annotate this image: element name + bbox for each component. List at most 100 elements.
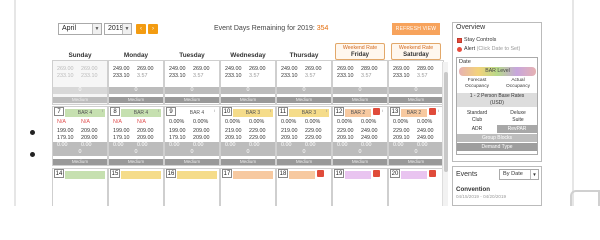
- day-number: 12: [334, 107, 344, 116]
- chevron-left-icon: ‹: [140, 26, 142, 32]
- info-icon: i: [102, 108, 103, 113]
- stay-control-icon[interactable]: [429, 108, 436, 115]
- calendar-day-cell[interactable]: 8 BAR 4 i N/A N/A 199.00 209.00 179.10 209.…: [108, 106, 164, 166]
- bar-level: [345, 171, 371, 179]
- stay-control-icon[interactable]: [373, 108, 380, 115]
- bar-level: [401, 171, 427, 179]
- calendar-day-cell[interactable]: 13 BAR 2 i 0.00% 0.00% 229.00 249.00 209.1…: [388, 106, 444, 166]
- events-sort-select[interactable]: By Date ▼: [499, 169, 539, 180]
- calendar-toolbar: April ▼ 2019 ▼ ‹ › Event Days Remaining …: [52, 22, 448, 38]
- day-number: 20: [390, 169, 400, 178]
- calendar-day-cell[interactable]: 249.00 269.00 233.10 3.57 0 Medium: [220, 60, 276, 105]
- day-header-tuesday: Tuesday: [179, 52, 205, 59]
- day-number: 10: [222, 107, 232, 116]
- bar-level: [289, 171, 315, 179]
- bar-level: BAR 3: [289, 109, 329, 117]
- info-icon: i: [326, 108, 327, 113]
- rate-calendar-screen: April ▼ 2019 ▼ ‹ › Event Days Remaining …: [52, 0, 544, 206]
- legend-actual-occupancy: Actual Occupancy: [506, 78, 530, 89]
- alert-label: Alert (Click Date to Set): [464, 46, 521, 52]
- events-panel: Events By Date ▼ Convention 04/15/2019 -…: [452, 166, 542, 206]
- legend-bar-level: BAR Level: [459, 67, 536, 76]
- legend-forecast-occupancy: Forecast Occupancy: [465, 78, 489, 89]
- event-name[interactable]: Convention: [456, 186, 490, 193]
- day-number: 9: [166, 107, 176, 116]
- day-number: 11: [278, 107, 288, 116]
- legend-deluxe-suite: Deluxe Suite: [510, 110, 526, 123]
- bar-level: BAR 4: [121, 109, 161, 117]
- day-number: 19: [334, 169, 344, 178]
- calendar-day-cell[interactable]: 19: [332, 168, 388, 206]
- bar-level: BAR 2: [345, 109, 371, 117]
- bar-level: [177, 171, 217, 179]
- month-value: April: [62, 25, 77, 32]
- calendar-day-cell[interactable]: 269.00 289.00 233.10 3.57 0 Medium: [332, 60, 388, 105]
- day-number: 7: [54, 107, 64, 116]
- stay-control-icon[interactable]: [373, 170, 380, 177]
- scroll-thumb[interactable]: [444, 72, 448, 172]
- calendar-day-cell[interactable]: 20: [388, 168, 444, 206]
- chevron-right-icon: ›: [152, 26, 154, 32]
- stay-control-icon[interactable]: [317, 170, 324, 177]
- stay-control-icon[interactable]: [429, 170, 436, 177]
- weekend-rate-friday-button[interactable]: Weekend Rate Friday: [335, 43, 385, 60]
- day-number: 14: [54, 169, 64, 178]
- year-select[interactable]: 2019 ▼: [104, 23, 132, 35]
- calendar-day-cell[interactable]: 15: [108, 168, 164, 206]
- calendar-day-cell[interactable]: 10 BAR 3 i 0.00% 0.00% 219.00 229.00 209.1…: [220, 106, 276, 166]
- chevron-down-icon: ▼: [122, 24, 131, 34]
- day-number: 18: [278, 169, 288, 178]
- calendar-day-cell[interactable]: 249.00 269.00 233.10 3.57 0 Medium: [276, 60, 332, 105]
- legend-date: Date: [459, 59, 471, 65]
- month-select[interactable]: April ▼: [58, 23, 102, 35]
- weekend-rate-saturday-button[interactable]: Weekend Rate Saturday: [391, 43, 441, 60]
- day-header-sunday: Sunday: [68, 52, 92, 59]
- calendar: April ▼ 2019 ▼ ‹ › Event Days Remaining …: [52, 0, 448, 206]
- alert-icon: [457, 47, 462, 52]
- event-dates: 04/15/2019 - 04/20/2019: [456, 194, 507, 199]
- refresh-view-button[interactable]: REFRESH VIEW: [392, 23, 440, 35]
- calendar-day-cell[interactable]: 9 BAR 4 i 0.00% 0.00% 199.00 209.00 179.10…: [164, 106, 220, 166]
- overview-panel: Overview Stay Controls Alert (Click Date…: [452, 22, 542, 162]
- bar-level: BAR 4: [177, 109, 217, 117]
- calendar-day-cell[interactable]: 269.00 269.00 233.10 233.10 0 Medium: [52, 60, 108, 105]
- day-header-wednesday: Wednesday: [230, 52, 266, 59]
- calendar-day-cell[interactable]: 17: [220, 168, 276, 206]
- chevron-down-icon: ▼: [92, 24, 101, 34]
- day-header-thursday: Thursday: [289, 52, 319, 59]
- calendar-day-cell[interactable]: 16: [164, 168, 220, 206]
- bullet-dot: [30, 130, 35, 135]
- info-icon: i: [382, 108, 383, 113]
- bar-level: [233, 171, 273, 179]
- legend-adr-revpar: ADR RevPAR: [457, 125, 537, 133]
- legend-box: Date BAR Level Forecast Occupancy Actual…: [456, 57, 538, 155]
- calendar-scrollbar[interactable]: [442, 62, 448, 206]
- bar-level: BAR 2: [401, 109, 427, 117]
- day-number: 17: [222, 169, 232, 178]
- info-icon: i: [214, 108, 215, 113]
- calendar-day-cell[interactable]: 11 BAR 3 i 0.00% 0.00% 219.00 229.00 209.1…: [276, 106, 332, 166]
- calendar-day-cell[interactable]: 12 BAR 2 i 0.00% 0.00% 229.00 249.00 209.1…: [332, 106, 388, 166]
- calendar-day-cell[interactable]: 249.00 269.00 233.10 3.57 0 Medium: [164, 60, 220, 105]
- bullet-dot: [30, 152, 35, 157]
- device-side-rail: [570, 190, 600, 206]
- stay-controls-label: Stay Controls: [464, 37, 497, 43]
- chevron-down-icon: ▼: [530, 170, 538, 179]
- day-number: 8: [110, 107, 120, 116]
- calendar-day-cell[interactable]: 18: [276, 168, 332, 206]
- next-month-button[interactable]: ›: [148, 24, 158, 34]
- calendar-day-cell[interactable]: 249.00 269.00 233.10 3.57 0 Medium: [108, 60, 164, 105]
- bar-level: BAR 4: [65, 109, 105, 117]
- stay-controls-checkbox[interactable]: [457, 38, 462, 43]
- bar-level: BAR 3: [233, 109, 273, 117]
- calendar-day-cell[interactable]: 7 BAR 4 i N/A N/A 199.00 209.00 179.10 209.…: [52, 106, 108, 166]
- remaining-value: 354: [316, 25, 329, 32]
- calendar-day-cell[interactable]: 14: [52, 168, 108, 206]
- legend-standard-club: Standard Club: [466, 110, 488, 123]
- calendar-day-cell[interactable]: 269.00 289.00 233.10 3.57 0 Medium: [388, 60, 444, 105]
- prev-month-button[interactable]: ‹: [136, 24, 146, 34]
- event-days-remaining: Event Days Remaining for 2019: 354: [214, 25, 328, 32]
- day-header-friday: Weekend Rate Friday: [332, 40, 388, 62]
- legend-base-rates: 1 - 2 Person Base Rates (USD): [457, 93, 537, 107]
- tablet-frame: April ▼ 2019 ▼ ‹ › Event Days Remaining …: [0, 0, 600, 206]
